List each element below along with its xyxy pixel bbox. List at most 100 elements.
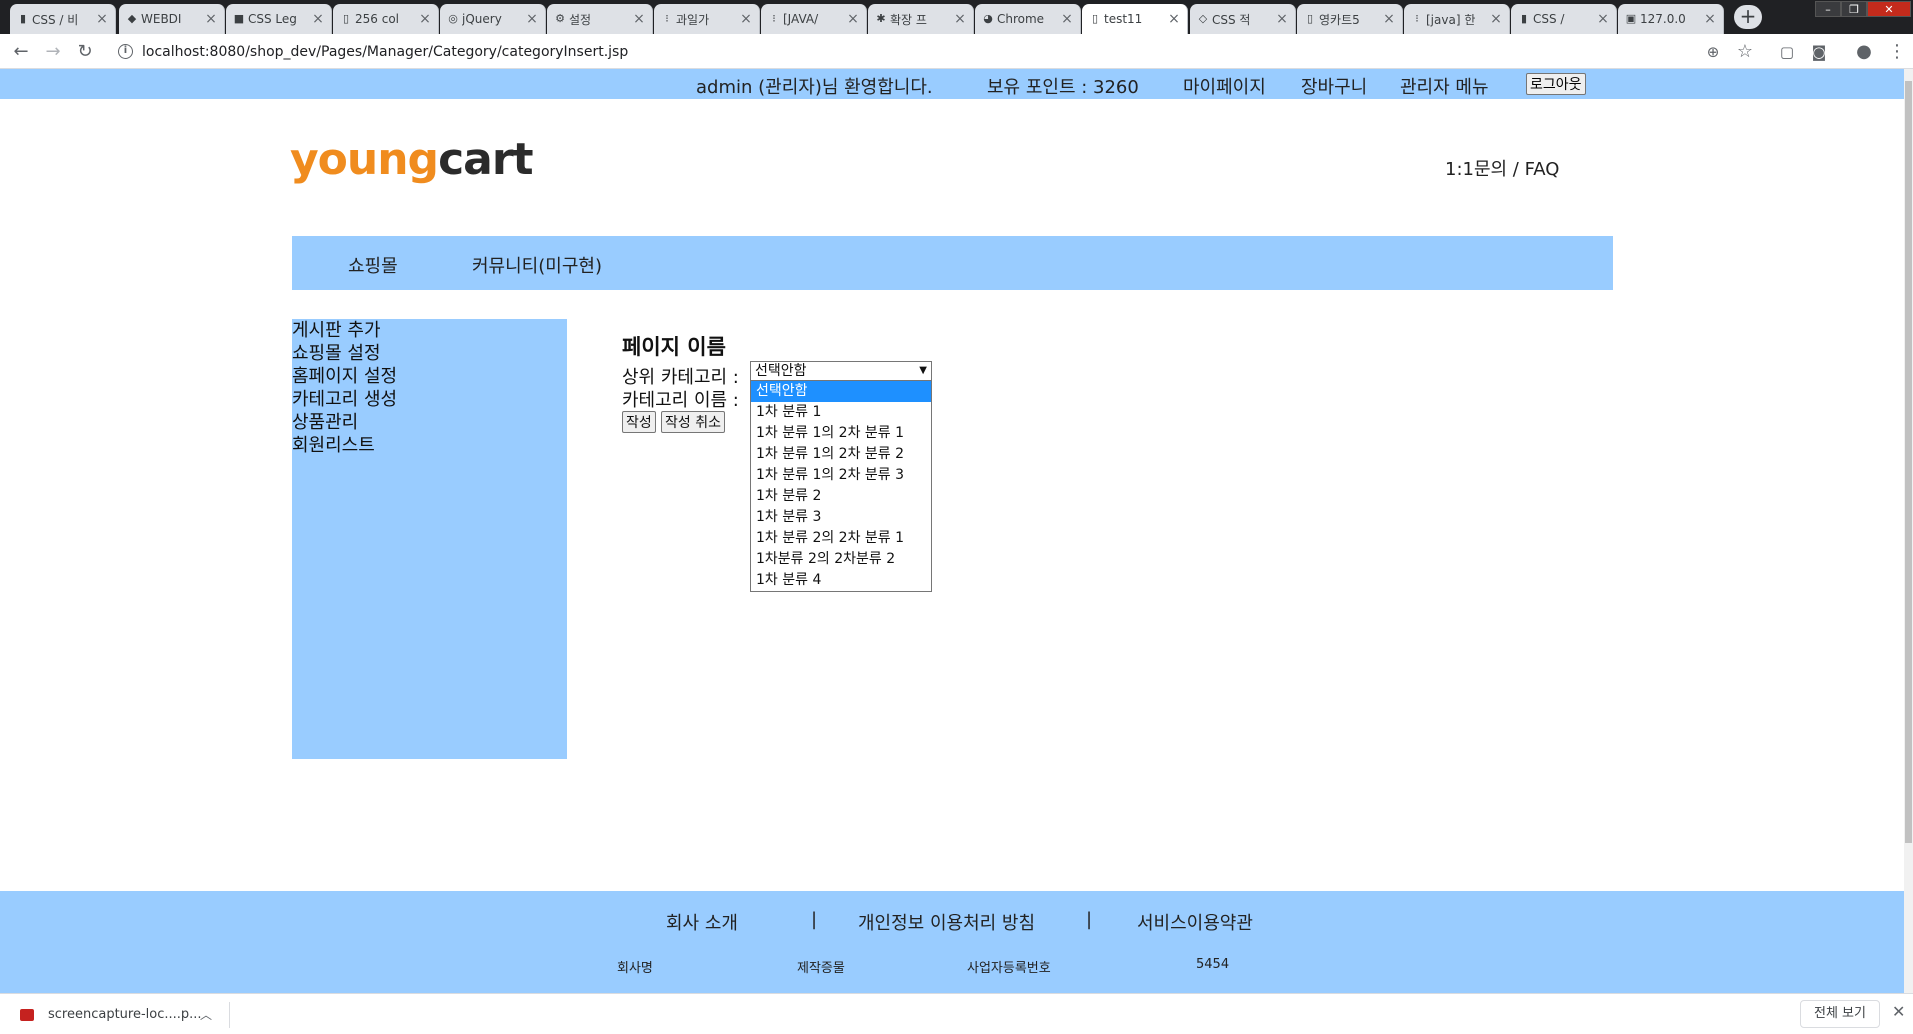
category-option[interactable]: 1차 분류 1의 2차 분류 3 — [751, 465, 931, 486]
category-option[interactable]: 1차 분류 1의 2차 분류 1 — [751, 423, 931, 444]
parent-category-options: 선택안함 1차 분류 1 1차 분류 1의 2차 분류 1 1차 분류 1의 2차 분… — [750, 380, 932, 592]
submit-button[interactable]: 작성 — [622, 411, 656, 433]
address-bar[interactable]: i localhost:8080/shop_dev/Pages/Manager/… — [112, 39, 1752, 65]
tab-title: test11 — [1104, 12, 1143, 26]
close-tab-icon[interactable]: × — [1703, 11, 1717, 27]
close-tab-icon[interactable]: × — [95, 11, 109, 27]
back-icon[interactable]: ← — [10, 41, 32, 63]
camera-icon[interactable]: ◙ — [1808, 41, 1830, 63]
category-option[interactable]: 선택안함 — [751, 381, 931, 402]
sidebar-item-shop-settings[interactable]: 쇼핑몰 설정 — [292, 342, 567, 365]
close-tab-icon[interactable]: × — [418, 11, 432, 27]
footer-about-link[interactable]: 회사 소개 — [666, 909, 738, 935]
sidebar-item-category-create[interactable]: 카테고리 생성 — [292, 388, 567, 411]
forward-icon[interactable]: → — [42, 41, 64, 63]
download-item[interactable]: screencapture-loc....p... ︿ — [14, 1002, 230, 1028]
cart-link[interactable]: 장바구니 — [1301, 73, 1367, 99]
scrollbar-thumb[interactable] — [1905, 81, 1912, 843]
category-option[interactable]: 1차 분류 1의 2차 분류 2 — [751, 444, 931, 465]
nav-item-community[interactable]: 커뮤니티(미구현) — [472, 252, 602, 278]
page-icon: ▯ — [342, 12, 350, 25]
browser-tab[interactable]: ◎ jQuery × — [440, 4, 546, 34]
bookmark-star-icon[interactable]: ☆ — [1734, 41, 1756, 63]
browser-tab[interactable]: ⁝ 과일가 × — [654, 4, 760, 34]
reload-icon[interactable]: ↻ — [74, 41, 96, 63]
page-scrollbar[interactable] — [1904, 69, 1913, 993]
chevron-up-icon[interactable]: ︿ — [200, 1002, 212, 1028]
chrome-icon: ◕ — [983, 12, 993, 25]
sidebar-item-products[interactable]: 상품관리 — [292, 411, 567, 434]
close-tab-icon[interactable]: × — [525, 11, 539, 27]
browser-tab[interactable]: ◇ CSS 적 × — [1190, 4, 1296, 34]
menu-icon[interactable]: ⋮ — [1886, 41, 1908, 63]
tab-title: CSS Leg — [248, 12, 297, 26]
cancel-button[interactable]: 작성 취소 — [661, 411, 725, 433]
browser-tab[interactable]: ◆ WEBDI × — [119, 4, 225, 34]
close-tab-icon[interactable]: × — [311, 11, 325, 27]
minimize-icon[interactable]: – — [1815, 1, 1841, 17]
footer-privacy-link[interactable]: 개인정보 이용처리 방침 — [858, 909, 1035, 935]
browser-tab[interactable]: ◕ Chrome × — [975, 4, 1081, 34]
tab-title: [java] 한 — [1426, 12, 1476, 27]
browser-tab[interactable]: ✱ 확장 프 × — [868, 4, 974, 34]
footer-separator: | — [1086, 909, 1093, 930]
chart-icon: ▮ — [19, 12, 27, 25]
user-bar: admin (관리자)님 환영합니다. 보유 포인트 : 3260 마이페이지 … — [0, 69, 1904, 99]
logo[interactable]: youngcart — [290, 134, 534, 185]
close-icon[interactable]: ✕ — [1892, 1002, 1905, 1021]
browser-tab[interactable]: ▮ CSS / × — [1511, 4, 1617, 34]
profile-icon[interactable]: ● — [1853, 41, 1875, 63]
site-info-icon[interactable]: i — [118, 44, 133, 59]
close-tab-icon[interactable]: × — [1489, 11, 1503, 27]
extension-icon[interactable]: ▢ — [1776, 41, 1798, 63]
browser-tab[interactable]: ▯ 256 col × — [333, 4, 439, 34]
category-option[interactable]: 1차 분류 3 — [751, 507, 931, 528]
category-option[interactable]: 1차 분류 2의 2차 분류 1 — [751, 528, 931, 549]
close-tab-icon[interactable]: × — [1596, 11, 1610, 27]
close-tab-icon[interactable]: × — [204, 11, 218, 27]
sidebar-item-homepage-settings[interactable]: 홈페이지 설정 — [292, 365, 567, 388]
browser-tab[interactable]: ▮ CSS / 비 × — [10, 4, 116, 34]
category-option[interactable]: 1차 분류 1 — [751, 402, 931, 423]
browser-tab[interactable]: ▯ 영카트5 × — [1297, 4, 1403, 34]
new-tab-button[interactable]: + — [1734, 5, 1762, 29]
browser-tab[interactable]: ⁝ [java] 한 × — [1404, 4, 1510, 34]
zoom-icon[interactable]: ⊕ — [1702, 41, 1724, 63]
tistory-icon: ⁝ — [772, 12, 776, 25]
show-all-downloads-button[interactable]: 전체 보기 — [1800, 1000, 1880, 1028]
restore-icon[interactable]: ❐ — [1841, 1, 1867, 17]
mypage-link[interactable]: 마이페이지 — [1183, 73, 1266, 99]
close-tab-icon[interactable]: × — [1060, 11, 1074, 27]
admin-menu-link[interactable]: 관리자 메뉴 — [1400, 73, 1489, 99]
close-tab-icon[interactable]: × — [953, 11, 967, 27]
url-text: localhost:8080/shop_dev/Pages/Manager/Ca… — [142, 44, 629, 60]
browser-tab[interactable]: ■ CSS Leg × — [226, 4, 332, 34]
footer-separator: | — [811, 909, 818, 930]
footer-biz-no: 5454 — [1196, 957, 1230, 972]
close-tab-icon[interactable]: × — [632, 11, 646, 27]
browser-tab[interactable]: ▯ test11 × — [1082, 4, 1188, 34]
gear-icon: ⚙ — [555, 12, 565, 25]
faq-link[interactable]: 1:1문의 / FAQ — [1445, 155, 1559, 181]
tab-title: CSS / 비 — [32, 12, 79, 27]
footer-terms-link[interactable]: 서비스이용약관 — [1137, 909, 1253, 935]
close-window-icon[interactable]: ✕ — [1867, 1, 1911, 17]
browser-tab[interactable]: ⚙ 설정 × — [547, 4, 653, 34]
logout-button[interactable]: 로그아웃 — [1526, 73, 1586, 95]
category-option[interactable]: 1차 분류 2 — [751, 486, 931, 507]
close-tab-icon[interactable]: × — [739, 11, 753, 27]
browser-tab[interactable]: ▣ 127.0.0 × — [1618, 4, 1724, 34]
category-option[interactable]: 1차분류 2의 2차분류 2 — [751, 549, 931, 570]
category-option[interactable]: 1차 분류 4 — [751, 570, 931, 591]
browser-tab[interactable]: ⁝ [JAVA/ × — [761, 4, 867, 34]
parent-category-select[interactable]: 선택안함 ▼ — [750, 361, 932, 381]
close-tab-icon[interactable]: × — [1382, 11, 1396, 27]
sidebar-item-board-add[interactable]: 게시판 추가 — [292, 319, 567, 342]
close-tab-icon[interactable]: × — [846, 11, 860, 27]
close-tab-icon[interactable]: × — [1275, 11, 1289, 27]
tab-title: 영카트5 — [1319, 12, 1360, 27]
footer-biz-no-label: 사업자등록번호 — [967, 961, 1051, 976]
nav-item-shop[interactable]: 쇼핑몰 — [348, 252, 398, 278]
sidebar-item-members[interactable]: 회원리스트 — [292, 434, 567, 457]
close-tab-icon[interactable]: × — [1167, 11, 1181, 27]
